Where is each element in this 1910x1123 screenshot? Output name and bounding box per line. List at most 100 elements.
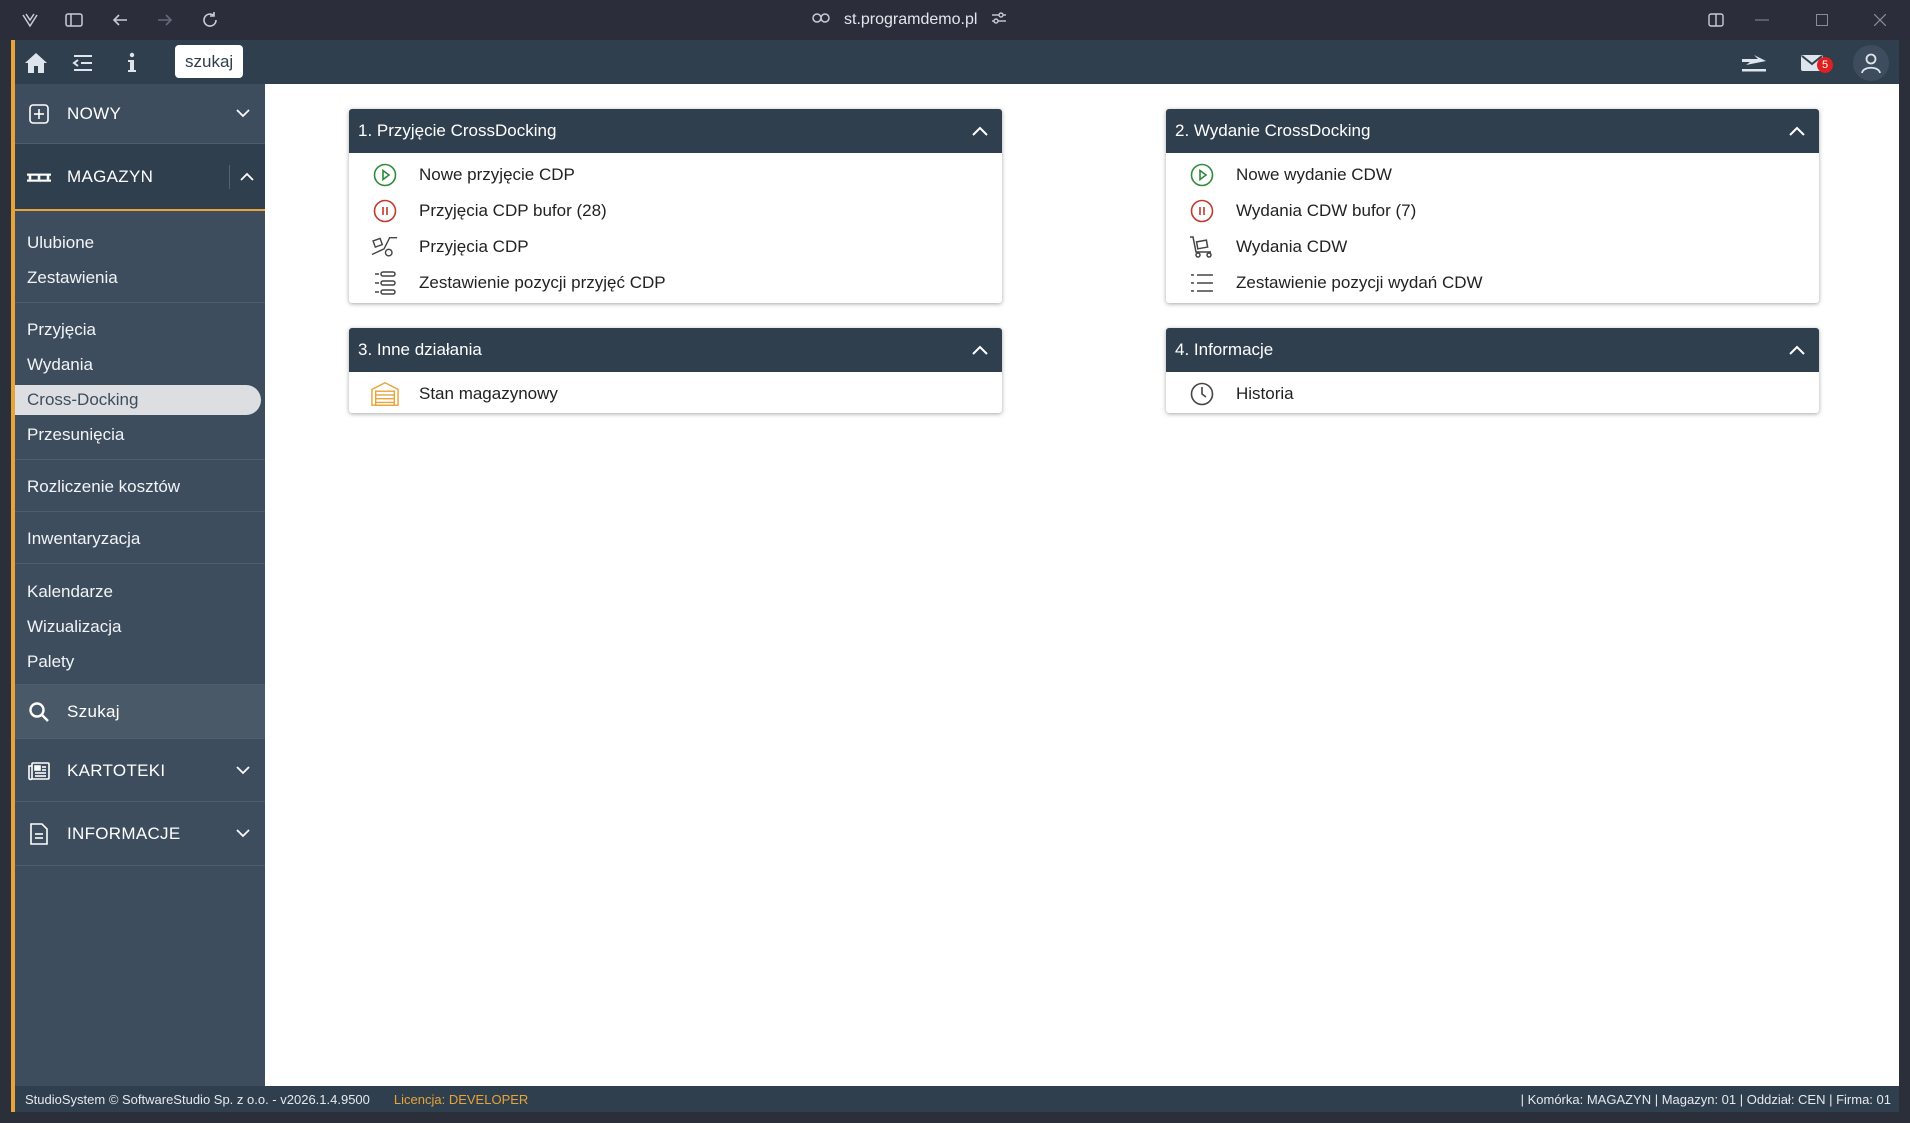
site-settings-icon[interactable] bbox=[991, 11, 1007, 30]
home-icon[interactable] bbox=[23, 50, 49, 76]
list-item-label: Zestawienie pozycji wydań CDW bbox=[1236, 273, 1483, 292]
panel-header[interactable]: 4. Informacje bbox=[1166, 328, 1819, 372]
forward-arrow-icon[interactable] bbox=[155, 10, 175, 30]
split-view-icon[interactable] bbox=[1706, 10, 1726, 30]
list-item-historia[interactable]: Historia bbox=[1166, 376, 1819, 412]
sidebar-section-label: KARTOTEKI bbox=[67, 760, 166, 780]
browser-toolbar: st.programdemo.pl bbox=[0, 0, 1910, 40]
divider bbox=[15, 459, 265, 460]
browser-logo-icon[interactable] bbox=[20, 10, 40, 30]
list-item-przyjecia-bufor[interactable]: Przyjęcia CDP bufor (28) bbox=[349, 193, 1002, 229]
list-item-label: Stan magazynowy bbox=[419, 384, 558, 403]
divider bbox=[15, 511, 265, 512]
list-item-nowe-wydanie[interactable]: Nowe wydanie CDW bbox=[1166, 157, 1819, 193]
user-avatar-icon[interactable] bbox=[1853, 45, 1889, 81]
panel-header[interactable]: 2. Wydanie CrossDocking bbox=[1166, 109, 1819, 153]
list-item-label: Historia bbox=[1236, 384, 1294, 403]
sidebar-item-kalendarze[interactable]: Kalendarze bbox=[27, 577, 113, 607]
sidebar-section-magazyn[interactable]: MAGAZYN bbox=[15, 144, 265, 211]
chevron-up-icon[interactable] bbox=[229, 164, 263, 189]
sidebar-section-label: INFORMACJE bbox=[67, 823, 181, 843]
sidebar-search[interactable]: Szukaj bbox=[15, 684, 265, 739]
sidebar-section-kartoteki[interactable]: KARTOTEKI bbox=[15, 740, 265, 802]
sidebar-section-label: MAGAZYN bbox=[67, 166, 154, 186]
panel-header[interactable]: 1. Przyjęcie CrossDocking bbox=[349, 109, 1002, 153]
chevron-down-icon[interactable] bbox=[231, 822, 255, 846]
play-circle-icon bbox=[371, 161, 399, 189]
mail-count-badge: 5 bbox=[1817, 57, 1833, 73]
play-circle-icon bbox=[1188, 161, 1216, 189]
divider bbox=[15, 563, 265, 564]
sidebar-section-informacje[interactable]: INFORMACJE bbox=[15, 802, 265, 866]
hand-truck-icon bbox=[371, 233, 399, 261]
maximize-icon[interactable] bbox=[1812, 10, 1832, 30]
sidebar-item-palety[interactable]: Palety bbox=[27, 647, 74, 677]
list-icon bbox=[1188, 269, 1216, 297]
license-info: Licencja: DEVELOPER bbox=[394, 1092, 528, 1107]
sidebar: NOWY MAGAZYN Ulubione Zestawienia Przyję… bbox=[15, 84, 265, 1086]
chevron-down-icon[interactable] bbox=[231, 759, 255, 783]
pause-circle-icon bbox=[1188, 197, 1216, 225]
app-topbar: szukaj 5 bbox=[15, 40, 1899, 84]
list-item-label: Zestawienie pozycji przyjęć CDP bbox=[419, 273, 666, 292]
sidebar-item-wydania[interactable]: Wydania bbox=[27, 350, 93, 380]
panel-title: 3. Inne działania bbox=[358, 340, 482, 359]
panel-inne-dzialania: 3. Inne działania Stan magazynowy bbox=[349, 328, 1002, 413]
sidebar-item-przesuniecia[interactable]: Przesunięcia bbox=[27, 420, 124, 450]
panel-title: 2. Wydanie CrossDocking bbox=[1175, 121, 1371, 140]
transfer-icon[interactable] bbox=[1739, 50, 1769, 76]
list-item-label: Nowe przyjęcie CDP bbox=[419, 165, 575, 184]
sidebar-item-inwentaryzacja[interactable]: Inwentaryzacja bbox=[27, 524, 140, 554]
copyright-text: StudioSystem © SoftwareStudio Sp. z o.o.… bbox=[25, 1091, 370, 1107]
sidebar-search-label: Szukaj bbox=[67, 701, 120, 721]
sidebar-item-ulubione[interactable]: Ulubione bbox=[27, 228, 94, 258]
status-footer: StudioSystem © SoftwareStudio Sp. z o.o.… bbox=[15, 1086, 1899, 1112]
sidebar-item-rozliczenie-kosztow[interactable]: Rozliczenie kosztów bbox=[27, 472, 180, 502]
sidebar-item-wizualizacja[interactable]: Wizualizacja bbox=[27, 612, 121, 642]
list-detail-icon bbox=[371, 269, 399, 297]
sidebar-toggle-icon[interactable] bbox=[64, 10, 84, 30]
sidebar-item-cross-docking[interactable]: Cross-Docking bbox=[15, 385, 261, 415]
panel-header[interactable]: 3. Inne działania bbox=[349, 328, 1002, 372]
list-item-stan-magazynowy[interactable]: Stan magazynowy bbox=[349, 376, 1002, 412]
url-text: st.programdemo.pl bbox=[844, 11, 978, 28]
cart-icon bbox=[1188, 233, 1216, 261]
sidebar-section-nowy[interactable]: NOWY bbox=[15, 84, 265, 144]
add-square-icon bbox=[27, 102, 51, 126]
address-bar[interactable]: st.programdemo.pl bbox=[812, 9, 1007, 31]
info-icon[interactable] bbox=[119, 50, 145, 76]
list-item-label: Wydania CDW bbox=[1236, 237, 1348, 256]
context-status: | Komórka: MAGAZYN | Magazyn: 01 | Oddzi… bbox=[1520, 1091, 1891, 1107]
panel-title: 4. Informacje bbox=[1175, 340, 1274, 359]
menu-collapse-icon[interactable] bbox=[70, 50, 96, 76]
document-icon bbox=[27, 822, 51, 846]
list-item-zestawienie-wydan[interactable]: Zestawienie pozycji wydań CDW bbox=[1166, 265, 1819, 301]
chevron-up-icon[interactable] bbox=[968, 119, 992, 143]
app-window: szukaj 5 NOWY MAGAZYN Ulubione Zestawien… bbox=[11, 40, 1899, 1112]
panel-wydanie-crossdocking: 2. Wydanie CrossDocking Nowe wydanie CDW… bbox=[1166, 109, 1819, 303]
list-item-nowe-przyjecie[interactable]: Nowe przyjęcie CDP bbox=[349, 157, 1002, 193]
chevron-up-icon[interactable] bbox=[1785, 338, 1809, 362]
list-item-zestawienie-przyjec[interactable]: Zestawienie pozycji przyjęć CDP bbox=[349, 265, 1002, 301]
list-item-label: Przyjęcia CDP bbox=[419, 237, 529, 256]
list-item-wydania-bufor[interactable]: Wydania CDW bufor (7) bbox=[1166, 193, 1819, 229]
link-icon bbox=[812, 11, 830, 29]
sidebar-item-przyjecia[interactable]: Przyjęcia bbox=[27, 315, 96, 345]
search-button[interactable]: szukaj bbox=[175, 45, 244, 78]
divider bbox=[15, 302, 265, 303]
close-window-icon[interactable] bbox=[1870, 10, 1890, 30]
chevron-up-icon[interactable] bbox=[1785, 119, 1809, 143]
panel-informacje: 4. Informacje Historia bbox=[1166, 328, 1819, 413]
license-value: DEVELOPER bbox=[448, 1091, 529, 1107]
chevron-down-icon[interactable] bbox=[231, 102, 255, 126]
list-item-wydania[interactable]: Wydania CDW bbox=[1166, 229, 1819, 265]
back-arrow-icon[interactable] bbox=[110, 10, 130, 30]
list-item-przyjecia[interactable]: Przyjęcia CDP bbox=[349, 229, 1002, 265]
list-item-label: Wydania CDW bufor (7) bbox=[1236, 201, 1417, 220]
sidebar-item-zestawienia[interactable]: Zestawienia bbox=[27, 263, 118, 293]
sidebar-section-label: NOWY bbox=[67, 103, 122, 123]
minimize-icon[interactable] bbox=[1752, 10, 1772, 30]
chevron-up-icon[interactable] bbox=[968, 338, 992, 362]
reload-icon[interactable] bbox=[200, 10, 220, 30]
clock-icon bbox=[1188, 380, 1216, 408]
